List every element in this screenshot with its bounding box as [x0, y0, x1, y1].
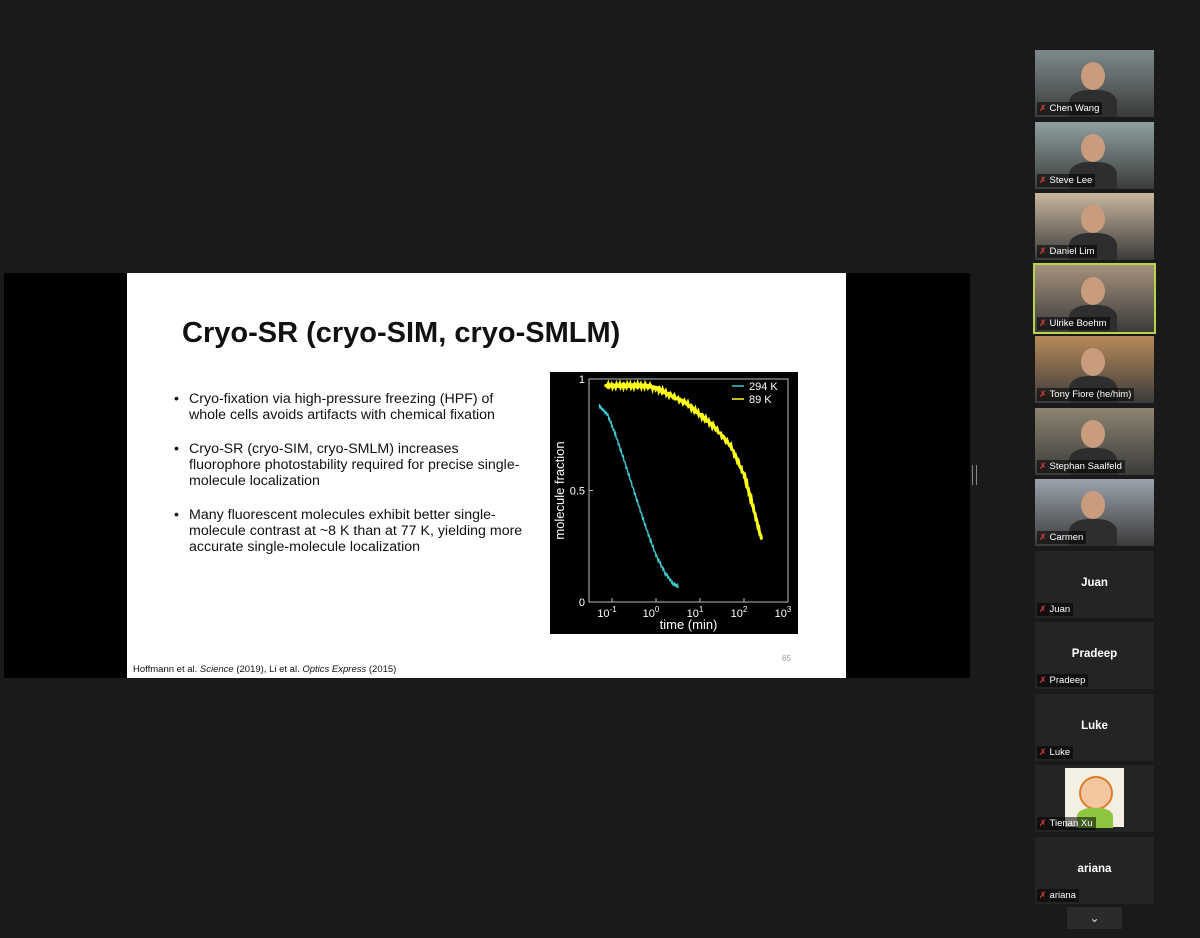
mic-muted-icon: ✗	[1039, 174, 1047, 185]
x-axis-label: time (min)	[660, 617, 718, 632]
participant-tile[interactable]: ✗ Tienan Xu	[1035, 765, 1154, 832]
mic-muted-icon: ✗	[1039, 889, 1047, 900]
participant-head	[1081, 276, 1105, 305]
participant-tile[interactable]: ✗ Carmen	[1035, 479, 1154, 546]
mic-muted-icon: ✗	[1039, 675, 1047, 685]
participant-name: Daniel Lim	[1049, 246, 1095, 257]
participant-name: Chen Wang	[1049, 103, 1100, 114]
photostability-chart: 0 0.5 1 10-1 100 101 102 103 time (min) molecule …	[550, 372, 798, 634]
participant-head	[1081, 419, 1105, 448]
participant-tile[interactable]: Luke ✗ Luke	[1035, 693, 1154, 761]
slide-number: 65	[782, 654, 791, 663]
bullet-item: Many fluorescent molecules exhibit bette…	[174, 507, 534, 555]
participant-nameplate: ✗ Luke	[1037, 745, 1074, 759]
participant-head	[1081, 491, 1105, 519]
participant-display-name: Pradeep	[1071, 648, 1118, 660]
x-tick-label: 102	[731, 605, 748, 620]
participant-head	[1081, 205, 1105, 233]
participant-tile[interactable]: ✗ Daniel Lim	[1035, 193, 1154, 260]
mic-muted-icon: ✗	[1039, 532, 1047, 542]
resize-handle[interactable]	[972, 465, 977, 485]
mic-muted-icon: ✗	[1039, 603, 1047, 614]
mic-muted-icon: ✗	[1039, 389, 1047, 399]
citation: Hoffmann et al. Science (2019), Li et al…	[133, 664, 397, 675]
mic-muted-icon: ✗	[1039, 246, 1047, 256]
series-line-294-K	[598, 403, 679, 589]
mic-muted-icon: ✗	[1039, 818, 1047, 828]
participant-nameplate: ✗ Tienan Xu	[1037, 817, 1096, 830]
presentation-slide: Cryo-SR (cryo-SIM, cryo-SMLM) Cryo-fixat…	[127, 273, 846, 678]
participant-name: Tony Fiore (he/him)	[1049, 389, 1132, 400]
participant-nameplate: ✗ Pradeep	[1037, 674, 1089, 687]
x-tick-label: 10-1	[597, 605, 617, 620]
participant-tile[interactable]: ✗ Chen Wang	[1035, 50, 1154, 117]
participant-name: Luke	[1049, 746, 1071, 758]
participant-tile[interactable]: Juan ✗ Juan	[1035, 550, 1154, 618]
y-axis-label: molecule fraction	[552, 441, 567, 539]
participant-tile[interactable]: ✗ Stephan Saalfeld	[1035, 407, 1154, 475]
participant-name: Ulrike Boehm	[1049, 317, 1107, 329]
participant-nameplate: ✗ Stephan Saalfeld	[1037, 459, 1125, 473]
mic-muted-icon: ✗	[1039, 103, 1047, 113]
mic-muted-icon: ✗	[1039, 317, 1047, 328]
participant-nameplate: ✗ Tony Fiore (he/him)	[1037, 388, 1135, 401]
participant-tile[interactable]: ✗ Steve Lee	[1035, 121, 1154, 189]
mic-muted-icon: ✗	[1039, 460, 1047, 471]
participant-name: Pradeep	[1049, 675, 1086, 686]
y-tick-label: 0	[579, 597, 585, 609]
participant-name: Juan	[1049, 603, 1071, 615]
participant-nameplate: ✗ ariana	[1037, 888, 1079, 902]
participant-head	[1081, 62, 1105, 90]
participant-tile[interactable]: ariana ✗ ariana	[1035, 836, 1154, 904]
participant-nameplate: ✗ Carmen	[1037, 531, 1087, 544]
scroll-down-button[interactable]: ⌄	[1067, 907, 1122, 929]
series-line-89-K	[603, 378, 763, 540]
participant-name: Carmen	[1049, 532, 1084, 543]
participant-tile[interactable]: Pradeep ✗ Pradeep	[1035, 622, 1154, 689]
legend-label: 89 K	[749, 394, 772, 406]
bullet-item: Cryo-SR (cryo-SIM, cryo-SMLM) increases …	[174, 441, 534, 489]
y-tick-label: 1	[579, 374, 585, 386]
bullet-item: Cryo-fixation via high-pressure freezing…	[174, 391, 534, 423]
bullet-list: Cryo-fixation via high-pressure freezing…	[174, 391, 534, 573]
participant-nameplate: ✗ Juan	[1037, 602, 1074, 616]
chart-svg: 00.5110-1 100 101 102 103time (min)molecule …	[552, 374, 792, 632]
participant-display-name: Luke	[1081, 719, 1108, 732]
participant-name: Tienan Xu	[1049, 818, 1093, 829]
participant-name: ariana	[1049, 889, 1076, 901]
slide-title: Cryo-SR (cryo-SIM, cryo-SMLM)	[182, 317, 621, 349]
participant-display-name: ariana	[1077, 862, 1112, 875]
avatar-face	[1079, 776, 1113, 810]
participant-tile[interactable]: ✗ Ulrike Boehm	[1035, 264, 1154, 332]
participant-tile[interactable]: ✗ Tony Fiore (he/him)	[1035, 336, 1154, 403]
mic-muted-icon: ✗	[1039, 746, 1047, 757]
participant-nameplate: ✗ Ulrike Boehm	[1037, 316, 1110, 330]
participant-head	[1081, 348, 1105, 376]
x-tick-label: 103	[775, 605, 792, 620]
participant-nameplate: ✗ Chen Wang	[1037, 102, 1103, 115]
participant-name: Steve Lee	[1049, 174, 1093, 186]
x-tick-label: 100	[643, 605, 660, 620]
legend-label: 294 K	[749, 381, 778, 393]
participant-head	[1081, 133, 1105, 162]
participant-display-name: Juan	[1081, 576, 1108, 589]
y-tick-label: 0.5	[570, 486, 585, 498]
participant-nameplate: ✗ Daniel Lim	[1037, 245, 1098, 258]
participant-name: Stephan Saalfeld	[1049, 460, 1122, 472]
plot-frame	[588, 378, 789, 603]
participant-nameplate: ✗ Steve Lee	[1037, 173, 1096, 187]
